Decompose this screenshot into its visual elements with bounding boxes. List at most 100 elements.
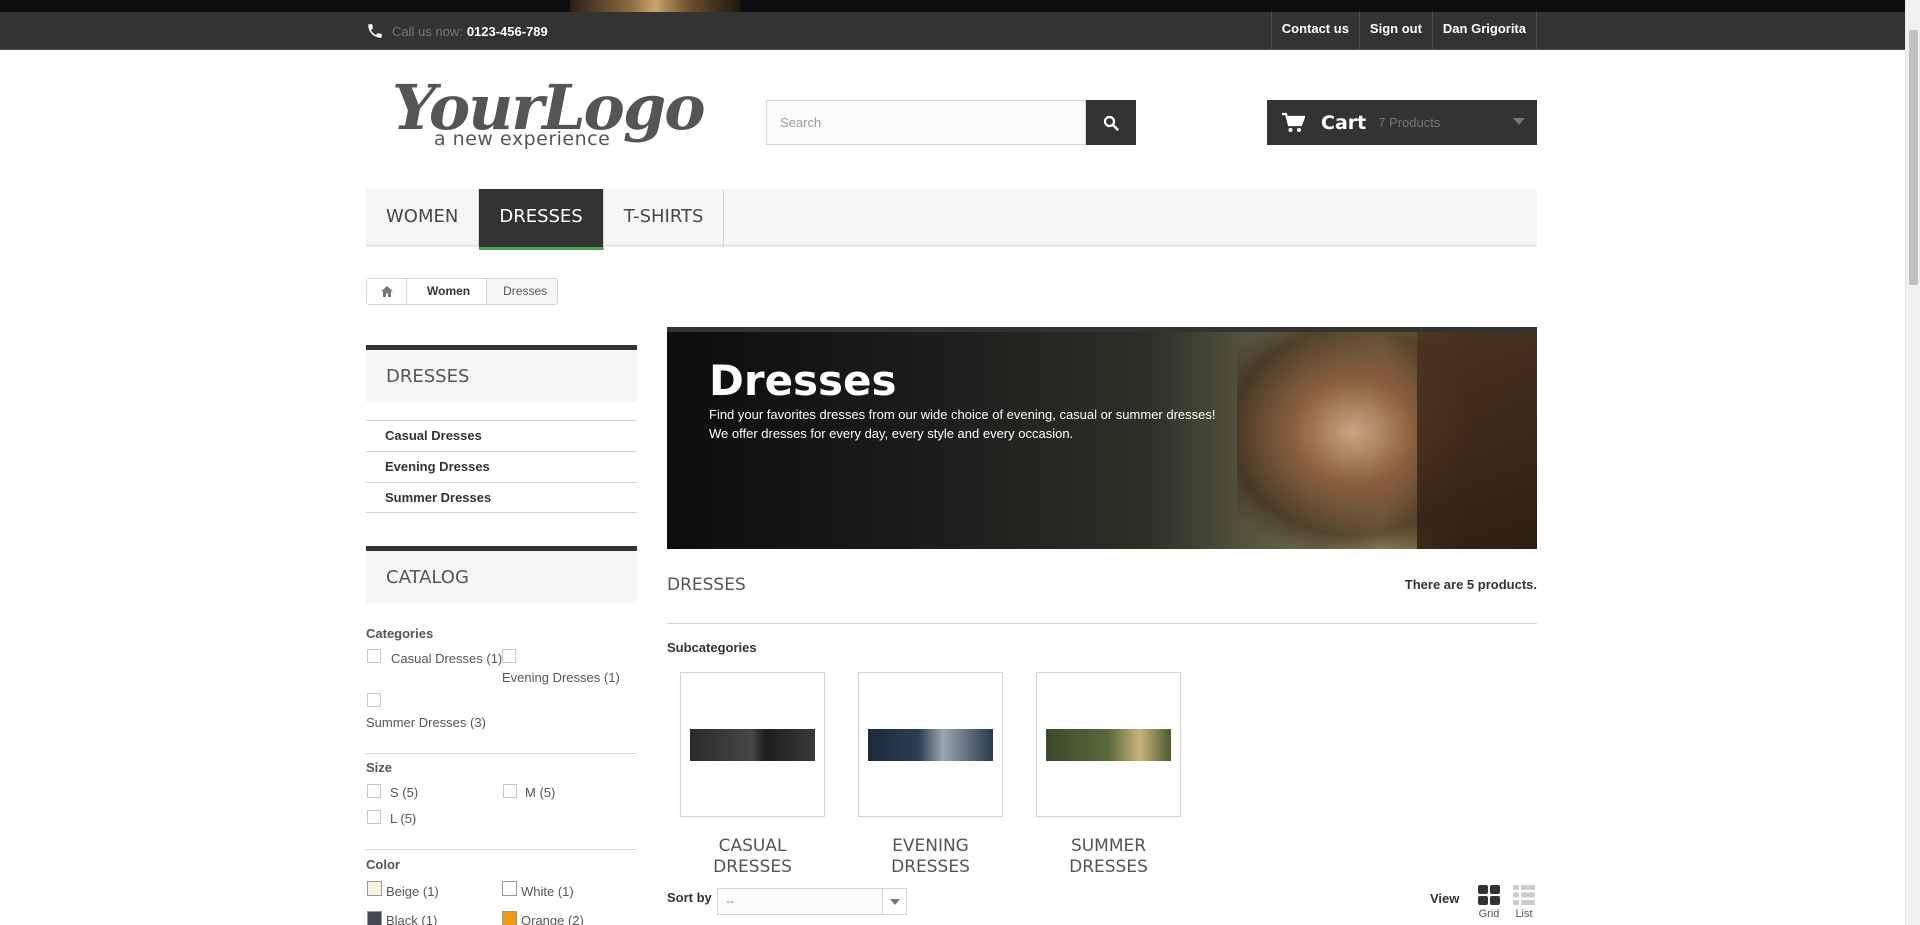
top-nav-bar: Call us now: 0123-456-789 Contact us Sig… — [0, 12, 1905, 50]
search-form — [766, 100, 1136, 145]
sign-out-link[interactable]: Sign out — [1360, 12, 1433, 50]
banner-photo-shade — [1417, 332, 1537, 549]
summer-thumbnail — [1046, 729, 1171, 761]
list-icon — [1513, 885, 1535, 905]
filter-evening-checkbox[interactable] — [502, 649, 516, 663]
main-menu: Women Dresses T-shirts — [366, 189, 1537, 250]
filter-summer-checkbox[interactable] — [367, 693, 381, 707]
filter-color-beige-label[interactable]: Beige (1) — [386, 884, 439, 899]
menu-item-women[interactable]: Women — [366, 189, 480, 247]
view-grid-button[interactable]: Grid — [1476, 884, 1502, 920]
view-grid-label: Grid — [1478, 908, 1500, 920]
subcategory-summer-image[interactable] — [1036, 672, 1181, 817]
filter-categories-heading: Categories — [366, 626, 434, 641]
breadcrumb-home[interactable] — [367, 279, 407, 304]
filter-divider — [366, 753, 637, 754]
banner-image — [570, 0, 740, 12]
search-input[interactable] — [766, 100, 1086, 145]
category-description-line-2: We offer dresses for every day, every st… — [709, 426, 1074, 441]
grid-icon — [1478, 885, 1500, 905]
breadcrumb-women[interactable]: Women — [407, 279, 488, 304]
subcategory-list: Casual Dresses Evening Dresses Summer Dr… — [366, 420, 637, 513]
search-button[interactable] — [1086, 100, 1136, 145]
subcategory-summer-name[interactable]: SUMMER DRESSES — [1036, 836, 1181, 878]
phone-number: 0123-456-789 — [466, 23, 548, 39]
filter-size-l-checkbox[interactable] — [367, 810, 381, 824]
call-label: Call us now: — [392, 23, 463, 39]
subcategory-casual-image[interactable] — [680, 672, 825, 817]
filter-color-black-label[interactable]: Black (1) — [386, 913, 437, 925]
menu-item-dresses[interactable]: Dresses — [479, 189, 604, 250]
swatch-beige[interactable] — [367, 881, 382, 896]
filter-summer-label[interactable]: Summer Dresses (3) — [366, 715, 486, 730]
subcategory-summer-line1: SUMMER — [1070, 836, 1147, 856]
call-us: Call us now: 0123-456-789 — [366, 12, 548, 50]
category-description-line-1: Find your favorites dresses from our wid… — [709, 407, 1216, 422]
subcategory-summer-line2: DRESSES — [1069, 857, 1148, 877]
menu-item-t-shirts[interactable]: T-shirts — [604, 189, 725, 247]
filter-size-m-checkbox[interactable] — [503, 784, 517, 798]
swatch-white[interactable] — [502, 881, 517, 896]
filter-casual-checkbox[interactable] — [367, 649, 381, 663]
filter-size-s-checkbox[interactable] — [367, 784, 381, 798]
subcategory-casual-line1: CASUAL — [718, 836, 787, 856]
contact-us-link[interactable]: Contact us — [1272, 12, 1360, 50]
chevron-down-icon — [1513, 118, 1525, 125]
filter-casual-label[interactable]: Casual Dresses (1) — [391, 651, 502, 666]
filter-evening-label[interactable]: Evening Dresses (1) — [502, 670, 620, 685]
sidebar-item-casual-dresses[interactable]: Casual Dresses — [366, 420, 637, 451]
subcategory-casual-name[interactable]: CASUAL DRESSES — [680, 836, 825, 878]
filter-color-orange-label[interactable]: Orange (2) — [521, 913, 584, 925]
subcategories-heading: Subcategories — [667, 640, 757, 655]
view-list-label: List — [1515, 908, 1533, 920]
sidebar-category-title[interactable]: Dresses — [366, 345, 637, 402]
cart-button[interactable]: Cart 7 Products — [1267, 100, 1537, 145]
swatch-orange[interactable] — [502, 911, 517, 925]
scrollbar-thumb[interactable] — [1909, 30, 1918, 285]
cart-icon — [1282, 112, 1305, 132]
category-banner: Dresses Find your favorites dresses from… — [667, 327, 1537, 549]
filter-size-l-label[interactable]: L (5) — [390, 811, 416, 826]
subcategory-evening-image[interactable] — [858, 672, 1003, 817]
top-banner[interactable] — [0, 0, 1905, 12]
catalog-title: Catalog — [366, 546, 637, 603]
breadcrumb-current: Dresses — [503, 284, 548, 298]
filter-size-s-label[interactable]: S (5) — [390, 785, 418, 800]
search-icon — [1103, 115, 1119, 131]
sort-value: -- — [726, 894, 734, 908]
subcategory-casual-line2: DRESSES — [713, 857, 792, 877]
cart-label: Cart — [1321, 111, 1367, 134]
category-name: Dresses — [667, 575, 746, 595]
cart-quantity: 7 Products — [1378, 115, 1441, 130]
page: Call us now: 0123-456-789 Contact us Sig… — [0, 0, 1920, 925]
swatch-black[interactable] — [367, 911, 382, 925]
sidebar-item-summer-dresses[interactable]: Summer Dresses — [366, 482, 637, 513]
logo[interactable]: YourLogo a new experience — [392, 72, 706, 156]
product-count: There are 5 products. — [1404, 577, 1537, 592]
category-heading: Dresses — [709, 356, 897, 405]
logo-tagline: a new experience — [434, 128, 611, 150]
sort-select[interactable]: -- — [717, 888, 907, 915]
account-link[interactable]: Dan Grigorita — [1433, 12, 1537, 50]
casual-thumbnail — [690, 729, 815, 761]
sort-label: Sort by — [667, 890, 712, 905]
home-icon — [380, 286, 393, 297]
subcategory-evening-line1: EVENING — [892, 836, 969, 856]
subcategory-evening-line2: DRESSES — [891, 857, 970, 877]
user-links: Contact us Sign out Dan Grigorita — [1270, 12, 1537, 50]
view-label: View — [1430, 891, 1460, 906]
chevron-down-icon — [882, 889, 906, 914]
filter-color-heading: Color — [366, 857, 400, 872]
filter-size-m-label[interactable]: M (5) — [525, 785, 555, 800]
filter-color-white-label[interactable]: White (1) — [521, 884, 574, 899]
subcategory-evening-name[interactable]: EVENING DRESSES — [858, 836, 1003, 878]
filter-divider — [366, 849, 637, 850]
breadcrumb: Women Dresses — [366, 278, 559, 305]
sidebar-item-evening-dresses[interactable]: Evening Dresses — [366, 451, 637, 482]
filter-size-heading: Size — [366, 760, 393, 775]
divider — [667, 623, 1537, 624]
vertical-scrollbar[interactable] — [1905, 0, 1920, 925]
phone-icon — [368, 24, 382, 38]
view-list-button[interactable]: List — [1511, 884, 1537, 920]
evening-thumbnail — [868, 729, 993, 761]
